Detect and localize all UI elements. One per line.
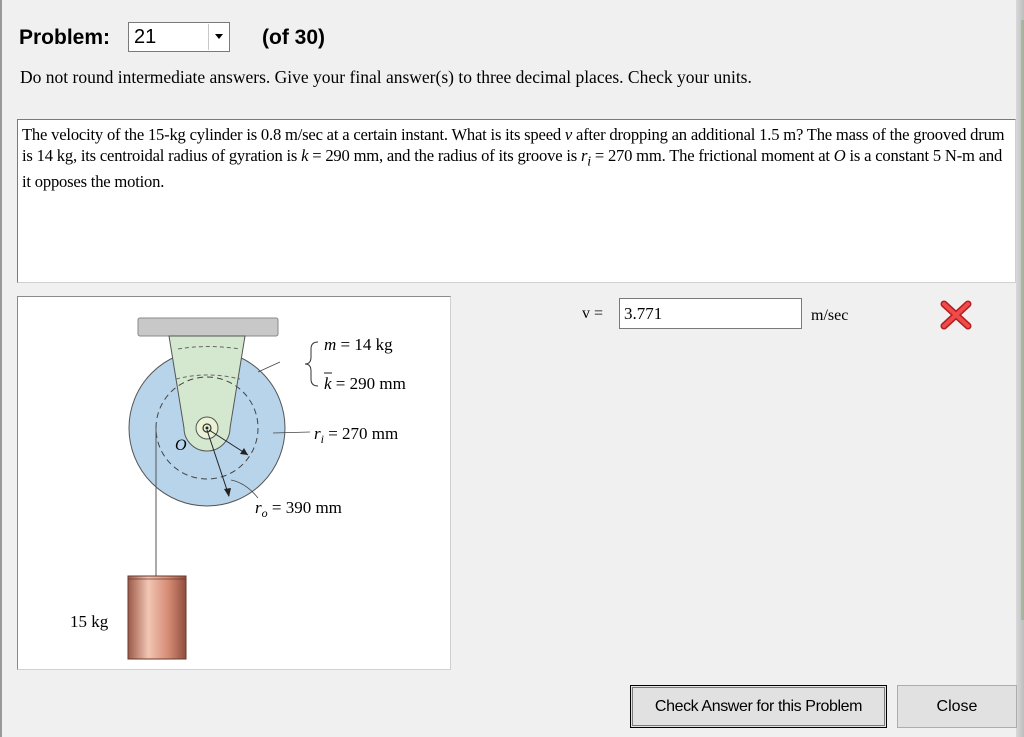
answer-variable-label: v = [582, 305, 604, 322]
answer-input[interactable] [619, 298, 802, 329]
window-edge-left [0, 0, 2, 737]
svg-text:k = 290 mm: k = 290 mm [324, 374, 406, 393]
check-answer-button[interactable]: Check Answer for this Problem [630, 685, 887, 728]
problem-figure: m = 14 kg k = 290 mm ri = 270 mm ro = 39… [17, 296, 451, 670]
close-button[interactable]: Close [897, 685, 1017, 728]
answer-unit: m/sec [811, 307, 849, 324]
point-o-label: O [175, 437, 187, 454]
instructions-text: Do not round intermediate answers. Give … [20, 67, 752, 87]
window-edge-right [1016, 0, 1024, 737]
cylinder-mass-label: 15 kg [70, 612, 109, 631]
problem-label: Problem: [19, 26, 111, 49]
svg-text:ro = 390 mm: ro = 390 mm [255, 498, 342, 520]
problem-number: 21 [134, 25, 157, 48]
problem-statement: The velocity of the 15-kg cylinder is 0.… [17, 119, 1016, 283]
svg-text:ri = 270 mm: ri = 270 mm [314, 424, 398, 446]
chevron-down-icon[interactable] [208, 24, 228, 50]
incorrect-x-icon [940, 300, 972, 330]
cylinder [127, 575, 187, 660]
drum-diagram: m = 14 kg k = 290 mm ri = 270 mm ro = 39… [70, 317, 406, 660]
ceiling-support [137, 317, 279, 337]
problem-total: (of 30) [262, 26, 325, 49]
problem-select[interactable]: 21 [128, 22, 230, 52]
svg-text:m = 14 kg: m = 14 kg [324, 335, 393, 354]
mass-label: = 14 kg [336, 335, 393, 354]
